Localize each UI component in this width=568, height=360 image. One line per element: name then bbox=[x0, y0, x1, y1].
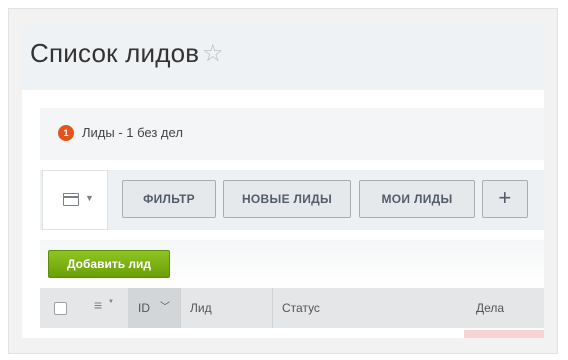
add-lead-button[interactable]: Добавить лид bbox=[48, 250, 170, 278]
add-filter-button[interactable]: + bbox=[482, 180, 528, 218]
select-all-checkbox[interactable] bbox=[54, 302, 67, 315]
sort-desc-icon: ﹀ bbox=[160, 302, 170, 313]
new-leads-filter-button[interactable]: НОВЫЕ ЛИДЫ bbox=[223, 180, 351, 218]
column-settings-icon[interactable]: ≡ bbox=[94, 298, 102, 312]
title-bar: Список лидов ☆ bbox=[22, 26, 544, 90]
list-view-icon bbox=[63, 193, 79, 206]
counter-text[interactable]: Лиды - 1 без дел bbox=[82, 125, 183, 140]
counter-badge: 1 bbox=[58, 125, 74, 141]
column-divider bbox=[180, 288, 181, 328]
counter-notice: 1 Лиды - 1 без дел bbox=[40, 108, 544, 160]
page-title: Список лидов bbox=[30, 38, 200, 68]
column-header-status[interactable]: Статус bbox=[282, 288, 320, 328]
column-id-label: ID bbox=[138, 301, 150, 315]
filter-toolbar: ▼ ФИЛЬТР НОВЫЕ ЛИДЫ МОИ ЛИДЫ + bbox=[40, 170, 544, 230]
column-header-id[interactable]: ID ﹀ bbox=[128, 288, 180, 328]
table-header: ≡ ▼ ID ﹀ Лид Статус Дела bbox=[40, 288, 544, 328]
chevron-down-icon: ▼ bbox=[108, 299, 114, 305]
actions-bar: Добавить лид bbox=[40, 240, 544, 288]
leads-panel: Список лидов ☆ 1 Лиды - 1 без дел ▼ ФИЛЬ… bbox=[22, 26, 544, 338]
column-header-deals[interactable]: Дела bbox=[476, 288, 504, 328]
row-highlight bbox=[464, 330, 544, 338]
column-divider bbox=[272, 288, 273, 328]
view-selector[interactable]: ▼ bbox=[42, 170, 108, 230]
filter-button[interactable]: ФИЛЬТР bbox=[122, 180, 216, 218]
chevron-down-icon: ▼ bbox=[85, 193, 94, 203]
column-header-lead[interactable]: Лид bbox=[190, 288, 212, 328]
my-leads-filter-button[interactable]: МОИ ЛИДЫ bbox=[359, 180, 475, 218]
star-icon[interactable]: ☆ bbox=[202, 39, 224, 68]
